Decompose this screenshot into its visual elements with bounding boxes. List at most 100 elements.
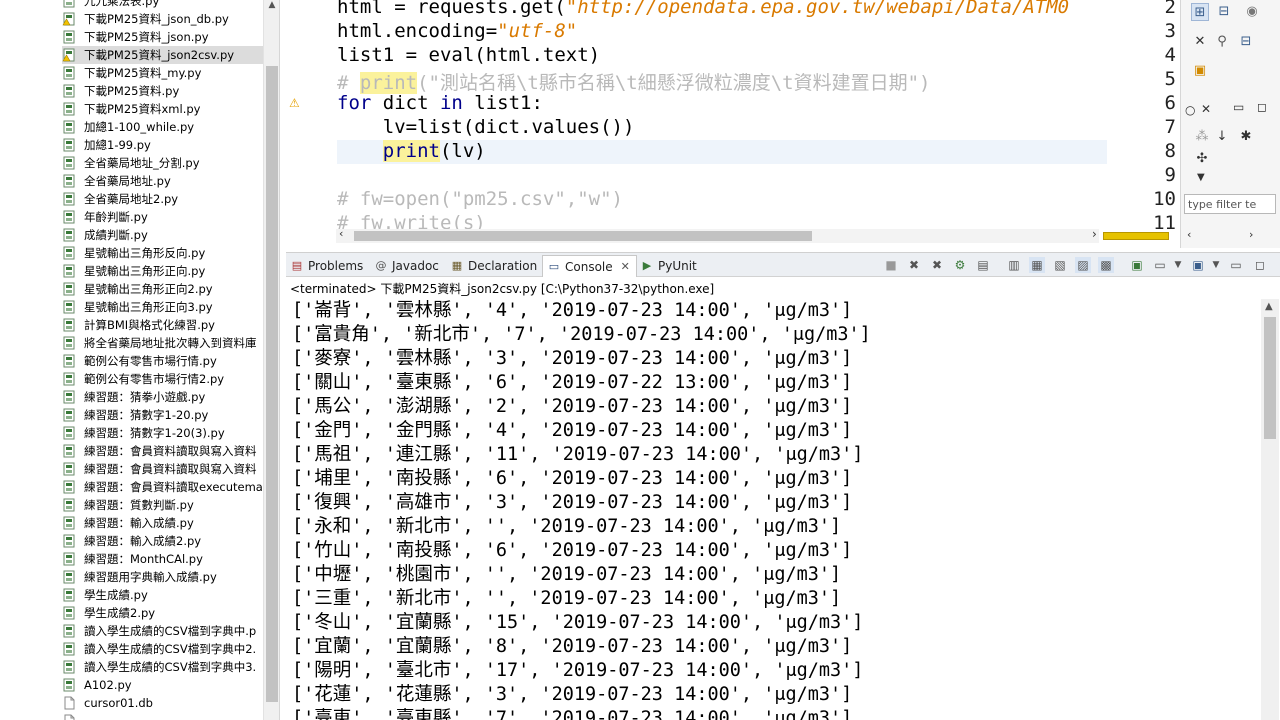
close-icon[interactable]: ✕ [1201,102,1211,116]
outline-view-icon[interactable]: ○ [1185,103,1195,117]
maximize-icon[interactable]: ◻ [1257,100,1267,114]
chevron-down-icon[interactable]: ▼ [1197,172,1205,183]
outline-filter-input[interactable]: type filter te [1184,194,1276,214]
code-line[interactable]: for dict in list1: [337,92,543,114]
console-output[interactable]: ['崙背', '雲林縣', '4', '2019-07-23 14:00', '… [292,299,1242,720]
file-item[interactable]: 加總1-100_while.py [62,118,264,136]
pydev-perspective-icon[interactable]: ⊞ [1191,3,1209,21]
tab-javadoc[interactable]: @ Javadoc [374,256,439,276]
file-item[interactable]: 讀入學生成績的CSV檔到字典中2. [62,640,264,658]
file-item[interactable]: 將全省藥局地址批次轉入到資料庫 [62,334,264,352]
outline-scrollbar[interactable]: ‹ › [1185,228,1275,242]
expand-icon[interactable]: ✣ [1193,150,1211,168]
remove-all-icon[interactable]: ✖ [929,257,945,273]
overview-ruler-marker[interactable] [1103,232,1169,240]
file-item[interactable]: 練習題：會員資料讀取與寫入資料 [62,460,264,478]
file-item[interactable]: 練習題：MonthCAl.py [62,550,264,568]
chevron-down-icon[interactable]: ▼ [1170,257,1186,273]
file-item[interactable]: 練習題：猜數字1-20(3).py [62,424,264,442]
filter-icon[interactable]: ✱ [1237,128,1255,146]
file-item[interactable]: 下載PM25資料_my.py [62,64,264,82]
code-line[interactable]: lv=list(dict.values()) [337,116,635,138]
file-item[interactable]: 星號輸出三角形正向2.py [62,280,264,298]
maximize-icon[interactable]: ◻ [1252,257,1268,273]
file-item[interactable]: A102.py [62,676,264,694]
pin-console-icon[interactable]: ▩ [1098,257,1114,273]
scroll-right-arrow-icon[interactable]: › [1249,228,1253,241]
file-item[interactable]: 下載PM25資料xml.py [62,100,264,118]
file-item[interactable]: 練習題：輸入成績.py [62,514,264,532]
file-item[interactable]: 範例公有零售市場行情2.py [62,370,264,388]
code-line[interactable]: html = requests.get("http://opendata.epa… [337,0,1069,18]
show-stderr-icon[interactable]: ▨ [1075,257,1091,273]
file-item[interactable]: 星號輸出三角形正向.py [62,262,264,280]
explorer-scroll-thumb[interactable] [266,66,278,702]
collapse-icon[interactable]: ⊟ [1237,33,1255,51]
file-item[interactable]: 全省藥局地址.py [62,172,264,190]
file-item[interactable]: 練習題：會員資料讀取executema [62,478,264,496]
file-item[interactable]: 下載PM25資料_json_db.py [62,10,264,28]
scroll-left-arrow-icon[interactable]: ‹ [339,227,343,240]
file-item[interactable]: 加總1-99.py [62,136,264,154]
file-item[interactable]: 九九乘法表.py [62,0,264,10]
debug-perspective-icon[interactable]: ◉ [1243,3,1261,21]
tab-problems[interactable]: ▤ Problems [290,256,364,276]
file-item[interactable]: 星號輸出三角形正向3.py [62,298,264,316]
file-item[interactable]: 範例公有零售市場行情.py [62,352,264,370]
editor-horizontal-scrollbar[interactable]: ‹ [336,227,1099,243]
python-console-icon[interactable]: ▣ [1191,62,1209,80]
new-console-icon[interactable]: ▣ [1190,257,1206,273]
console-scroll-thumb[interactable] [1264,317,1276,439]
tools-icon[interactable]: ✕ [1191,33,1209,51]
code-line[interactable]: print(lv) [337,140,486,162]
file-item[interactable]: 下載PM25資料_json2csv.py [62,46,264,64]
file-item[interactable]: 成績判斷.py [62,226,264,244]
remove-launch-icon[interactable]: ✖ [906,257,922,273]
file-item[interactable]: 練習題：猜數字1-20.py [62,406,264,424]
scroll-up-arrow-icon[interactable]: ▲ [267,0,277,10]
code-line[interactable]: # fw=open("pm25.csv","w") [337,188,623,210]
scroll-up-arrow-icon[interactable]: ▲ [1265,301,1273,312]
console-scrollbar[interactable]: ▲ [1261,299,1279,720]
file-item[interactable]: cursor01.db [62,694,264,712]
clear-console-icon[interactable]: ▤ [975,257,991,273]
scroll-left-arrow-icon[interactable]: ‹ [1187,228,1191,241]
file-item[interactable]: 計算BMI與格式化練習.py [62,316,264,334]
minimize-icon[interactable]: ▭ [1228,257,1244,273]
file-item[interactable]: 星號輸出三角形反向.py [62,244,264,262]
scroll-right-arrow-icon[interactable]: › [1092,227,1097,241]
code-line[interactable]: # print("測站名稱\t縣市名稱\t細懸浮微粒濃度\t資料建置日期") [337,68,931,95]
file-item[interactable]: 讀入學生成績的CSV檔到字典中.p [62,622,264,640]
file-item[interactable]: 練習題：質數判斷.py [62,496,264,514]
close-icon[interactable]: ✕ [621,260,630,273]
show-stdout-icon[interactable]: ▧ [1052,257,1068,273]
terminate-icon[interactable]: ■ [883,257,899,273]
file-item[interactable]: 練習題：會員資料讀取與寫入資料 [62,442,264,460]
minimize-icon[interactable]: ▭ [1233,100,1244,114]
file-item[interactable]: 讀入學生成績的CSV檔到字典中3. [62,658,264,676]
code-line[interactable]: list1 = eval(html.text) [337,44,600,66]
explorer-scrollbar[interactable]: ▲ [263,0,279,720]
sort-icon[interactable]: ↓ [1213,128,1231,146]
chevron-down-icon[interactable]: ▼ [1208,257,1224,273]
file-item[interactable]: 全省藥局地址_分割.py [62,154,264,172]
open-console-icon[interactable]: ▭ [1152,257,1168,273]
file-item[interactable]: 練習題：輸入成績2.py [62,532,264,550]
binoculars-icon[interactable]: ⚲ [1213,33,1231,51]
tab-declaration[interactable]: ▦ Declaration [450,256,537,276]
scroll-lock-icon[interactable]: ▥ [1006,257,1022,273]
warning-marker-icon[interactable]: ⚠ [289,96,300,110]
file-item[interactable]: 學生成績2.py [62,604,264,622]
file-item[interactable]: 學生成績.py [62,586,264,604]
link-editor-icon[interactable]: ⁂ [1193,128,1211,146]
file-item[interactable]: ... [62,712,264,720]
relaunch-icon[interactable]: ⚙ [952,257,968,273]
file-item[interactable]: 年齡判斷.py [62,208,264,226]
code-editor[interactable]: ⚠ 2 3 4 5 6 7 8 9 10 11 html = requests.… [286,0,1176,246]
word-wrap-icon[interactable]: ▦ [1029,257,1045,273]
file-item[interactable]: 練習題用字典輸入成績.py [62,568,264,586]
file-item[interactable]: 練習題：猜拳小遊戲.py [62,388,264,406]
file-item[interactable]: 下載PM25資料.py [62,82,264,100]
display-console-icon[interactable]: ▣ [1129,257,1145,273]
tab-pyunit[interactable]: ▶ PyUnit [640,256,697,276]
